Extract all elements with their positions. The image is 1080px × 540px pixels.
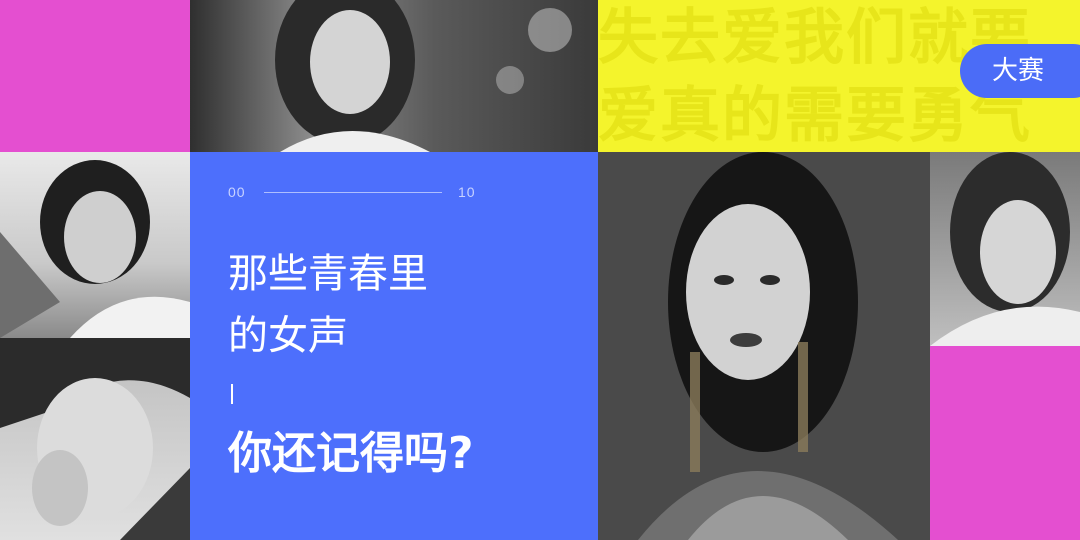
headline: 你还记得吗? bbox=[228, 428, 474, 479]
title-line-1: 那些青春里 bbox=[228, 251, 428, 297]
portrait-left-lower-figure bbox=[0, 338, 190, 540]
magenta-block-bottom-right bbox=[930, 346, 1080, 540]
text-cursor-bar bbox=[231, 384, 233, 404]
portrait-left-upper bbox=[0, 152, 190, 338]
portrait-center-large bbox=[598, 152, 930, 540]
contest-badge[interactable]: 大赛 bbox=[960, 44, 1080, 98]
portrait-right bbox=[930, 152, 1080, 346]
counter-start: 00 bbox=[228, 184, 246, 200]
portrait-center-large-figure bbox=[638, 152, 898, 540]
magenta-block-top-left bbox=[0, 0, 190, 152]
portrait-left-upper-figure bbox=[0, 160, 190, 338]
portrait-top-center bbox=[190, 0, 598, 152]
slogan-line-2: 爱真的需要勇气 bbox=[598, 81, 1032, 151]
title-line-2: 的女声 bbox=[228, 313, 348, 359]
portrait-right-figure bbox=[930, 152, 1080, 346]
counter-divider bbox=[264, 192, 442, 193]
portrait-top-center-figure bbox=[275, 0, 572, 152]
portrait-left-lower bbox=[0, 338, 190, 540]
counter-end: 10 bbox=[458, 184, 476, 200]
